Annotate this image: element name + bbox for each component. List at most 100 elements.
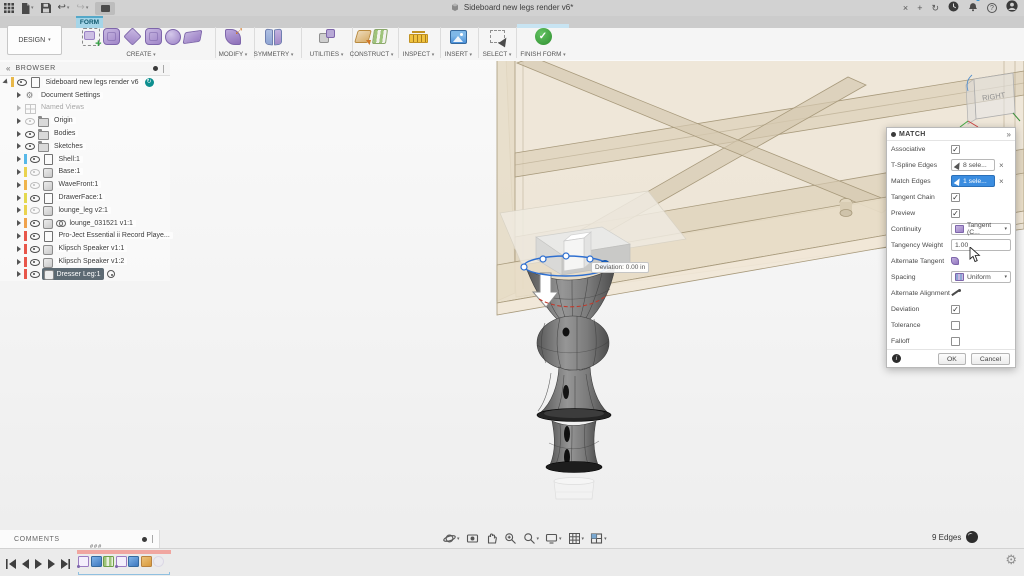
alternate-tangent-icon[interactable]	[951, 257, 961, 266]
help-icon[interactable]: ?	[987, 3, 997, 13]
comments-resize-handle[interactable]	[152, 535, 154, 543]
create-form-icon[interactable]: +	[82, 28, 100, 46]
tangent-chain-checkbox[interactable]: ✓	[951, 193, 960, 202]
tree-row-klipsch-2[interactable]: Klipsch Speaker v1:2	[0, 255, 170, 268]
tree-row-drawerface[interactable]: DrawerFace:1	[0, 191, 170, 204]
tree-row-origin[interactable]: Origin	[0, 114, 170, 127]
tree-row-lounge-leg[interactable]: lounge_leg v2:1	[0, 204, 170, 217]
tangency-weight-input[interactable]: 1.00	[951, 239, 1011, 251]
visibility-eye-icon[interactable]	[24, 142, 35, 150]
visibility-eye-icon[interactable]	[24, 130, 35, 138]
insert-menu[interactable]: INSERT ▾	[445, 51, 472, 59]
comments-options-icon[interactable]	[142, 537, 147, 542]
display-settings-icon[interactable]: ▾	[545, 532, 562, 545]
expand-arrow[interactable]	[17, 271, 21, 277]
expand-arrow[interactable]	[17, 195, 21, 201]
zoom-window-icon[interactable]: ▾	[523, 532, 540, 545]
panel-resize-handle[interactable]	[163, 65, 165, 73]
expand-arrow[interactable]	[17, 182, 21, 188]
visibility-eye-icon[interactable]	[16, 78, 27, 86]
tree-row-dresser-leg[interactable]: Dresser Leg:1	[0, 268, 170, 281]
select-tool-icon[interactable]	[490, 30, 505, 43]
notifications-icon[interactable]	[968, 0, 978, 17]
viewports-icon[interactable]: ▾	[590, 532, 607, 545]
visibility-eye-icon[interactable]	[29, 168, 40, 176]
mirror-symmetry-icon[interactable]	[265, 29, 282, 45]
canvas-image-icon[interactable]	[450, 30, 467, 44]
pending-feature-icon[interactable]	[153, 556, 164, 567]
tspline-edges-selection[interactable]: 8 sele...	[951, 159, 995, 171]
visibility-eye-icon[interactable]	[24, 117, 35, 125]
tree-row-shell[interactable]: Shell:1	[0, 153, 170, 166]
tree-row-bodies[interactable]: Bodies	[0, 127, 170, 140]
tree-row-root[interactable]: Sideboard new legs render v6 ↻	[0, 76, 170, 89]
new-tab-icon[interactable]: +	[917, 2, 922, 14]
expand-arrow[interactable]	[17, 92, 21, 98]
expand-arrow[interactable]	[17, 169, 21, 175]
expand-arrow[interactable]	[17, 220, 21, 226]
convert-utility-icon[interactable]	[319, 29, 335, 44]
visibility-eye-icon[interactable]	[29, 258, 40, 266]
face-primitive-icon[interactable]	[182, 29, 202, 43]
dialog-dock-icon[interactable]: »	[1007, 130, 1011, 139]
tree-row-lounge-031521[interactable]: lounge_031521 v1:1	[0, 217, 170, 230]
match-edges-selection[interactable]: 1 sele...	[951, 175, 995, 187]
expand-arrow[interactable]	[17, 233, 21, 239]
visibility-eye-icon[interactable]	[29, 181, 40, 189]
body-feature-icon[interactable]	[141, 556, 152, 567]
sphere-primitive-icon[interactable]	[165, 29, 181, 45]
expand-arrow[interactable]	[17, 259, 21, 265]
symmetry-menu[interactable]: SYMMETRY ▾	[254, 51, 294, 59]
edit-form-icon[interactable]: ⤢	[225, 29, 241, 45]
orbit-icon[interactable]: ▾	[443, 532, 460, 545]
form-feature-icon[interactable]	[116, 556, 127, 567]
offset-plane-icon[interactable]	[354, 30, 372, 43]
tree-row-pro-ject[interactable]: Pro-Ject Essential ii Record Playe...	[0, 230, 170, 243]
clear-selection-icon[interactable]: ×	[999, 161, 1004, 170]
expand-arrow[interactable]	[17, 207, 21, 213]
grid-layout-icon[interactable]: ▾	[568, 532, 585, 545]
finish-form-check-icon[interactable]: ✓	[535, 28, 552, 45]
pan-icon[interactable]	[485, 532, 498, 545]
match-dialog-header[interactable]: MATCH »	[887, 128, 1015, 141]
browser-header[interactable]: « BROWSER	[0, 62, 170, 76]
selection-filter-icon[interactable]	[966, 531, 978, 543]
measure-icon[interactable]	[409, 34, 428, 43]
construct-menu[interactable]: CONSTRUCT ▾	[350, 51, 394, 59]
tree-row-document-settings[interactable]: ⚙ Document Settings	[0, 89, 170, 102]
activate-component-icon[interactable]	[107, 270, 115, 278]
avatar[interactable]	[1006, 0, 1018, 17]
spacing-dropdown[interactable]: Uniform ▾	[951, 271, 1011, 283]
expand-arrow[interactable]	[2, 79, 9, 86]
form-feature-icon[interactable]	[91, 556, 102, 567]
tree-row-base[interactable]: Base:1	[0, 166, 170, 179]
close-tab-icon[interactable]: ×	[903, 2, 908, 14]
expand-arrow[interactable]	[17, 105, 21, 111]
zoom-icon[interactable]	[504, 532, 517, 545]
deviation-checkbox[interactable]: ✓	[951, 305, 960, 314]
panel-options-icon[interactable]	[153, 66, 158, 71]
sync-status-icon[interactable]: ↻	[145, 78, 154, 87]
cancel-button[interactable]: Cancel	[971, 353, 1010, 365]
inspect-menu[interactable]: INSPECT ▾	[403, 51, 434, 59]
design-workspace-dropdown[interactable]: DESIGN▾	[7, 25, 62, 55]
tolerance-checkbox[interactable]: ✓	[951, 321, 960, 330]
visibility-eye-icon[interactable]	[29, 270, 40, 278]
alternate-alignment-icon[interactable]	[951, 289, 961, 298]
finish-form-button[interactable]: FINISH FORM ▾	[520, 51, 565, 59]
visibility-eye-icon[interactable]	[29, 206, 40, 214]
expand-arrow[interactable]	[17, 143, 21, 149]
visibility-eye-icon[interactable]	[29, 194, 40, 202]
refresh-icon[interactable]: ↻	[931, 2, 939, 14]
form-feature-icon[interactable]	[78, 556, 89, 567]
continuity-dropdown[interactable]: Tangent (C... ▾	[951, 223, 1011, 235]
preview-checkbox[interactable]: ✓	[951, 209, 960, 218]
expand-arrow[interactable]	[17, 156, 21, 162]
visibility-eye-icon[interactable]	[29, 155, 40, 163]
look-at-icon[interactable]	[466, 532, 479, 545]
visibility-eye-icon[interactable]	[29, 219, 40, 227]
plane-primitive-icon[interactable]	[123, 27, 141, 45]
expand-arrow[interactable]	[17, 118, 21, 124]
box-primitive-icon[interactable]	[103, 28, 120, 45]
tree-row-sketches[interactable]: Sketches	[0, 140, 170, 153]
